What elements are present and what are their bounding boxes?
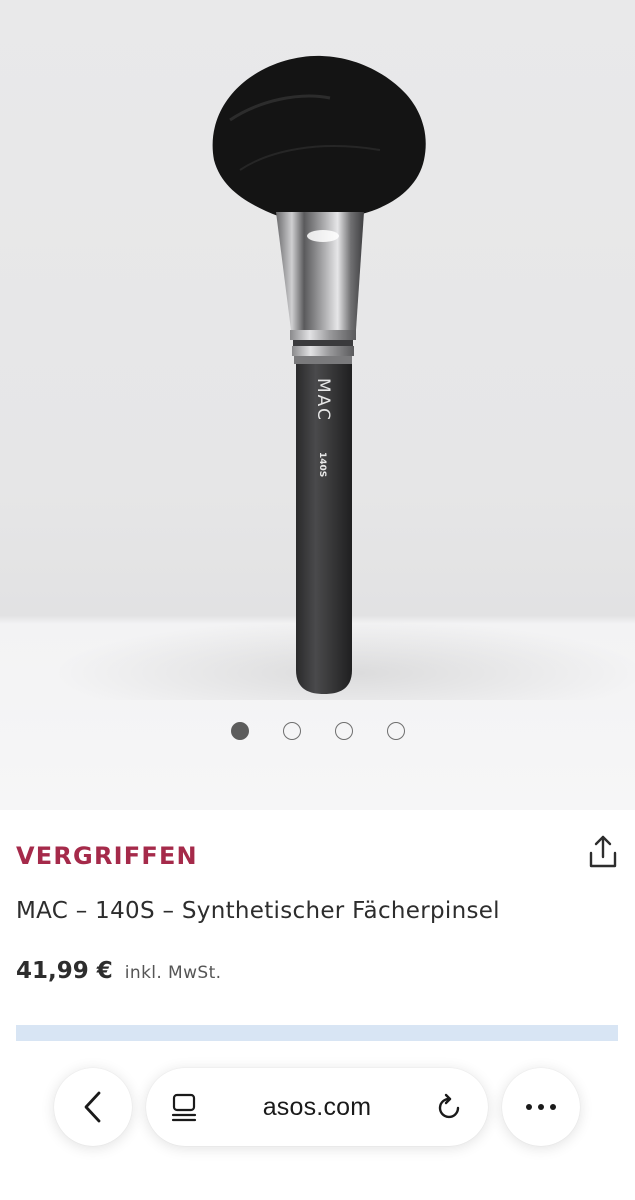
info-banner-bar [16, 1025, 618, 1041]
vat-note: inkl. MwSt. [124, 963, 222, 983]
product-title: MAC – 140S – Synthetischer Fächerpinsel [16, 898, 500, 924]
tab-overview-button[interactable] [168, 1091, 200, 1123]
brush-model-print: 140S [317, 452, 327, 477]
product-image-gallery[interactable]: MAC 140S [0, 0, 635, 810]
reload-button[interactable] [434, 1091, 466, 1123]
gallery-pagination [0, 722, 635, 742]
browser-address-bar[interactable]: asos.com [146, 1068, 488, 1146]
url-text[interactable]: asos.com [263, 1093, 372, 1122]
price-row: 41,99 € inkl. MwSt. [16, 958, 221, 984]
reload-icon [438, 1093, 460, 1119]
product-info: VERGRIFFEN MAC – 140S – Synthetischer Fä… [16, 810, 619, 984]
gallery-dot-1[interactable] [230, 722, 249, 740]
chevron-left-icon [84, 1091, 101, 1123]
gallery-dot-3[interactable] [334, 722, 353, 740]
browser-back-button[interactable] [54, 1068, 132, 1146]
more-icon [526, 1104, 556, 1110]
gallery-dot-4[interactable] [386, 722, 405, 740]
product-image-brush: MAC 140S [212, 55, 426, 694]
brush-brand-print: MAC [313, 378, 333, 422]
gallery-dot-2[interactable] [282, 722, 301, 740]
tab-overview-icon [171, 1093, 197, 1122]
stock-row: VERGRIFFEN [16, 810, 619, 900]
share-button[interactable] [587, 832, 619, 872]
browser-more-button[interactable] [502, 1068, 580, 1146]
stock-status-label: VERGRIFFEN [16, 842, 198, 870]
product-price: 41,99 € [16, 958, 113, 984]
share-icon [589, 835, 617, 868]
